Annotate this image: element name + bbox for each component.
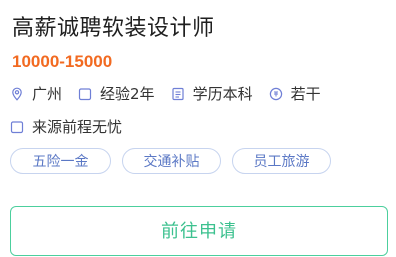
meta-source: 来源前程无忧 [10,117,122,137]
meta-headcount-text: 若干 [290,85,321,103]
location-pin-icon [12,87,22,101]
job-meta-row: 广州 经验2年 学历本科 若干 [10,83,337,105]
meta-education: 学历本科 [171,84,253,104]
document-icon [171,87,184,101]
meta-education-text: 学历本科 [192,85,253,103]
meta-experience-text: 经验2年 [100,85,155,103]
job-source-row: 来源前程无忧 [10,116,138,138]
source-icon [10,121,24,134]
apply-button[interactable]: 前往申请 [10,206,388,256]
meta-headcount: 若干 [269,84,321,104]
meta-location: 广州 [10,84,62,104]
benefit-tag: 员工旅游 [232,148,331,174]
job-title: 高薪诚聘软装设计师 [12,16,215,41]
benefit-tag: 交通补贴 [122,148,221,174]
salary: 10000-15000 [12,52,113,71]
benefit-tag: 五险一金 [10,148,111,174]
briefcase-icon [78,88,92,101]
benefit-tags: 五险一金 交通补贴 员工旅游 [10,148,342,174]
meta-experience: 经验2年 [78,84,155,104]
meta-location-text: 广州 [32,85,63,103]
meta-source-text: 来源前程无忧 [32,118,123,136]
headcount-icon [269,87,282,101]
